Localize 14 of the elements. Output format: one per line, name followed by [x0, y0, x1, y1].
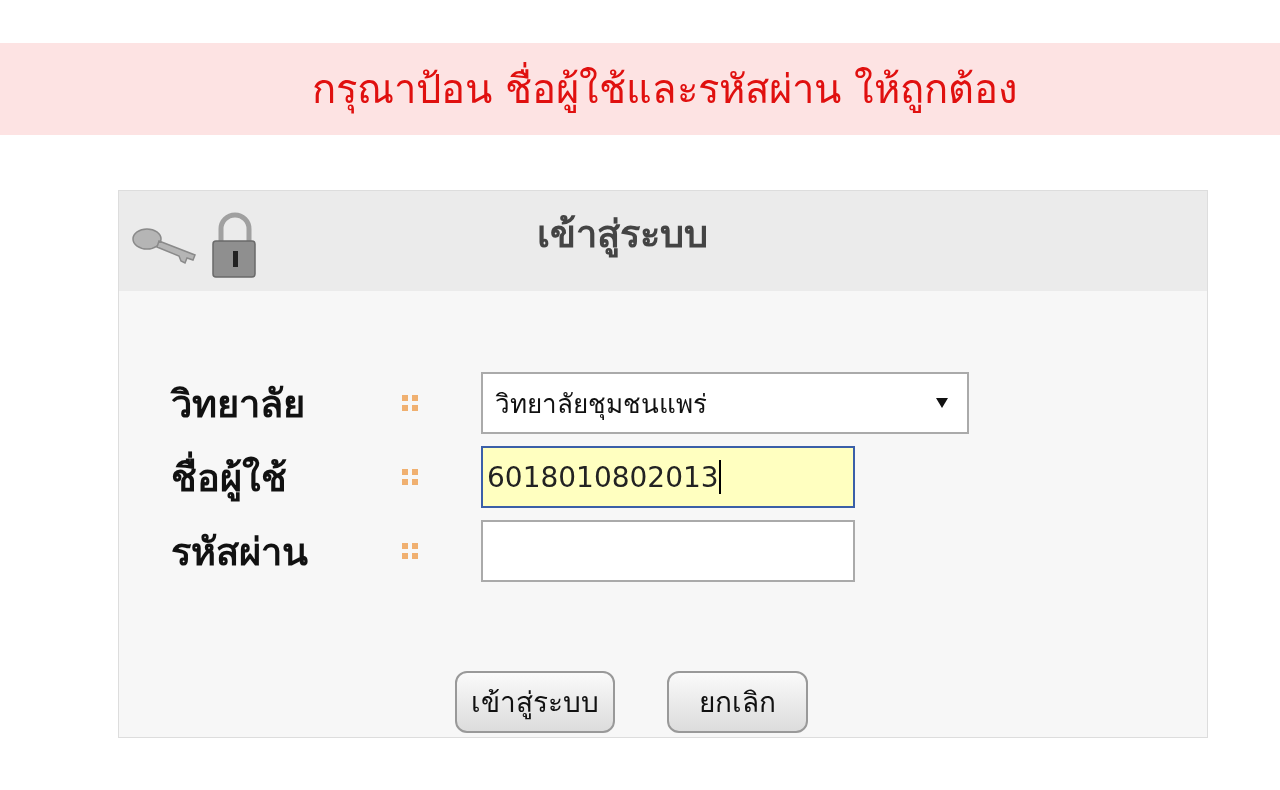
dots-icon — [401, 541, 421, 561]
alert-message: กรุณาป้อน ชื่อผู้ใช้และรหัสผ่าน ให้ถูกต้อง — [312, 57, 1018, 121]
cancel-button[interactable]: ยกเลิก — [667, 671, 808, 733]
login-button[interactable]: เข้าสู่ระบบ — [455, 671, 615, 733]
password-field[interactable] — [481, 520, 855, 582]
panel-title: เข้าสู่ระบบ — [537, 211, 708, 260]
field-label: วิทยาลัย — [169, 380, 306, 428]
college-dropdown[interactable]: วิทยาลัยชุมชนแพร่ — [481, 372, 969, 434]
field-label: ชื่อผู้ใช้ — [119, 446, 401, 508]
dots-icon — [401, 393, 421, 413]
username-field[interactable]: 6018010802013 — [481, 446, 855, 508]
dots-icon — [401, 467, 421, 487]
caret-icon — [935, 397, 949, 409]
field-label: รหัสผ่าน — [170, 528, 309, 576]
